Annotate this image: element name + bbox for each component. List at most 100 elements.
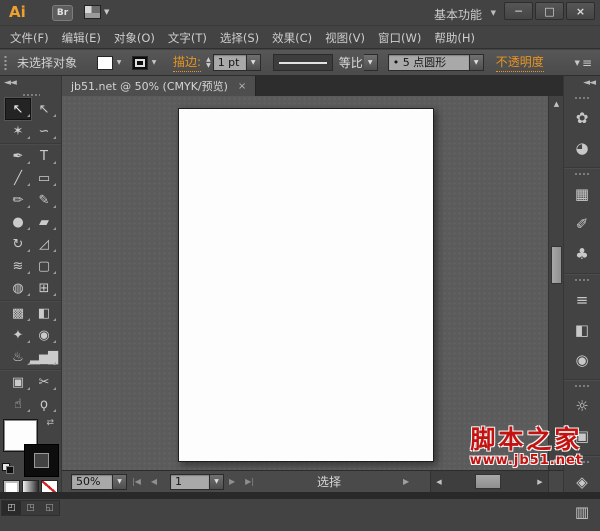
stroke-width-dropdown[interactable] xyxy=(246,54,261,71)
symbol-sprayer-tool[interactable]: ♨ xyxy=(5,346,31,368)
menu-edit[interactable]: 编辑(E) xyxy=(60,28,103,48)
stroke-width-stepper[interactable]: ▲ ▼ xyxy=(206,56,211,69)
vertical-scroll-thumb[interactable] xyxy=(551,246,562,284)
slice-tool[interactable]: ✂ xyxy=(31,371,57,393)
color-panel-icon[interactable]: ✿ xyxy=(564,103,600,133)
stroke-panel-link[interactable]: 描边: xyxy=(173,53,202,72)
zoom-level-input[interactable]: 50% xyxy=(71,473,113,490)
artboard-tool[interactable]: ▣ xyxy=(5,371,31,393)
workspace-switcher[interactable]: 基本功能 xyxy=(434,6,482,23)
draw-normal-icon[interactable]: ◰ xyxy=(2,501,21,515)
transparency-panel-icon[interactable]: ◉ xyxy=(564,345,600,375)
stroke-panel-icon[interactable]: ≡ xyxy=(564,285,600,315)
stroke-swatch-icon[interactable] xyxy=(132,55,149,70)
collapse-tools-icon[interactable]: ◄◄ xyxy=(4,78,17,88)
mesh-tool[interactable]: ▩ xyxy=(5,302,31,324)
last-artboard-button[interactable]: ▶| xyxy=(240,477,259,486)
minimize-button[interactable]: ─ xyxy=(504,2,533,20)
symbols-panel-icon[interactable]: ♣ xyxy=(564,239,600,269)
scroll-left-icon[interactable]: ◀ xyxy=(432,471,446,493)
menu-window[interactable]: 窗口(W) xyxy=(376,28,423,48)
scroll-right-icon[interactable]: ▶ xyxy=(533,471,547,493)
opacity-panel-link[interactable]: 不透明度 xyxy=(495,53,544,72)
horizontal-scrollbar[interactable]: ◀ ▶ xyxy=(430,470,548,493)
column-graph-tool[interactable]: ▂▅▇ xyxy=(30,346,58,368)
blend-tool[interactable]: ◉ xyxy=(31,324,57,346)
line-segment-tool[interactable]: ╱ xyxy=(5,167,31,189)
color-guide-panel-icon[interactable]: ◕ xyxy=(564,133,600,163)
lasso-tool[interactable]: ∽ xyxy=(31,120,57,142)
horizontal-scroll-thumb[interactable] xyxy=(475,473,501,489)
zoom-level-dropdown[interactable] xyxy=(113,473,127,490)
swatches-panel-icon[interactable]: ▦ xyxy=(564,179,600,209)
first-artboard-button[interactable]: |◀ xyxy=(127,477,146,486)
appearance-panel-icon[interactable]: ☼ xyxy=(564,391,600,421)
stroke-color-control[interactable] xyxy=(132,55,160,70)
artboard-navigation-input[interactable]: 1 xyxy=(170,473,211,490)
panel-grip[interactable] xyxy=(574,172,590,176)
menu-select[interactable]: 选择(S) xyxy=(218,28,261,48)
type-tool[interactable]: T xyxy=(31,145,57,167)
rectangle-tool[interactable]: ▭ xyxy=(31,167,57,189)
close-tab-icon[interactable]: × xyxy=(238,81,246,92)
stroke-color-box[interactable] xyxy=(24,444,59,477)
pen-tool[interactable]: ✒ xyxy=(5,145,31,167)
scroll-up-icon[interactable]: ▲ xyxy=(549,97,564,111)
maximize-button[interactable]: □ xyxy=(535,2,564,20)
brushes-panel-icon[interactable]: ✐ xyxy=(564,209,600,239)
free-transform-tool[interactable]: ▢ xyxy=(31,255,57,277)
scale-tool[interactable]: ◿ xyxy=(31,233,57,255)
gradient-tool[interactable]: ◧ xyxy=(31,302,57,324)
fill-dropdown[interactable] xyxy=(113,56,125,70)
eraser-tool[interactable]: ▰ xyxy=(31,211,57,233)
artboards-panel-icon[interactable]: ▥ xyxy=(564,497,600,527)
panel-grip[interactable] xyxy=(574,278,590,282)
vertical-scrollbar[interactable]: ▲ ▼ xyxy=(548,96,563,470)
gradient-panel-icon[interactable]: ◧ xyxy=(564,315,600,345)
status-flyout-icon[interactable]: ▶ xyxy=(403,477,409,486)
expand-panels-icon[interactable]: ◄◄ xyxy=(583,78,596,88)
swap-fill-stroke-icon[interactable]: ⇄ xyxy=(46,418,54,428)
artboard[interactable] xyxy=(178,108,434,462)
blob-brush-tool[interactable]: ● xyxy=(5,211,31,233)
width-tool[interactable]: ≋ xyxy=(5,255,31,277)
close-button[interactable]: × xyxy=(566,2,595,20)
artboard-navigation-dropdown[interactable] xyxy=(210,473,225,490)
panel-grip[interactable] xyxy=(574,384,590,388)
magic-wand-tool[interactable]: ✶ xyxy=(5,120,31,142)
brush-definition-dropdown[interactable] xyxy=(469,54,484,71)
fill-swatch-icon[interactable] xyxy=(97,55,114,70)
draw-behind-icon[interactable]: ◳ xyxy=(21,501,40,515)
rotate-tool[interactable]: ↻ xyxy=(5,233,31,255)
menu-object[interactable]: 对象(O) xyxy=(112,28,157,48)
menu-help[interactable]: 帮助(H) xyxy=(432,28,477,48)
pencil-tool[interactable]: ✎ xyxy=(31,189,57,211)
document-tab[interactable]: jb51.net @ 50% (CMYK/预览) × xyxy=(62,76,257,96)
direct-selection-tool[interactable]: ↖ xyxy=(31,98,57,120)
brush-definition-input[interactable]: • 5 点圆形 xyxy=(387,54,470,71)
default-fill-stroke-icon[interactable] xyxy=(2,463,14,474)
eyedropper-tool[interactable]: ✦ xyxy=(5,324,31,346)
perspective-grid-tool[interactable]: ⊞ xyxy=(31,277,57,299)
hand-tool[interactable]: ☝ xyxy=(5,393,31,415)
paintbrush-tool[interactable]: ✏ xyxy=(5,189,31,211)
stroke-width-input[interactable]: 1 pt xyxy=(212,54,247,71)
panel-grip[interactable] xyxy=(3,54,8,71)
shape-builder-tool[interactable]: ◍ xyxy=(5,277,31,299)
draw-inside-icon[interactable]: ◱ xyxy=(40,501,59,515)
next-artboard-button[interactable]: ▶ xyxy=(224,477,240,486)
width-profile-dropdown[interactable] xyxy=(363,54,378,71)
menu-type[interactable]: 文字(T) xyxy=(166,28,209,48)
arrange-documents-button[interactable]: ▼ xyxy=(84,5,109,19)
menu-effect[interactable]: 效果(C) xyxy=(270,28,314,48)
bridge-button[interactable]: Br xyxy=(52,5,73,21)
panel-grip[interactable] xyxy=(574,96,590,100)
previous-artboard-button[interactable]: ◀ xyxy=(146,477,162,486)
menu-view[interactable]: 视图(V) xyxy=(323,28,367,48)
fill-color-control[interactable] xyxy=(97,55,125,70)
control-panel-menu-icon[interactable]: ▼ ≡ xyxy=(575,56,592,70)
zoom-tool[interactable]: ϙ xyxy=(31,393,57,415)
selection-tool[interactable]: ↖ xyxy=(4,98,31,120)
stroke-dropdown[interactable] xyxy=(148,56,160,70)
menu-file[interactable]: 文件(F) xyxy=(8,28,51,48)
